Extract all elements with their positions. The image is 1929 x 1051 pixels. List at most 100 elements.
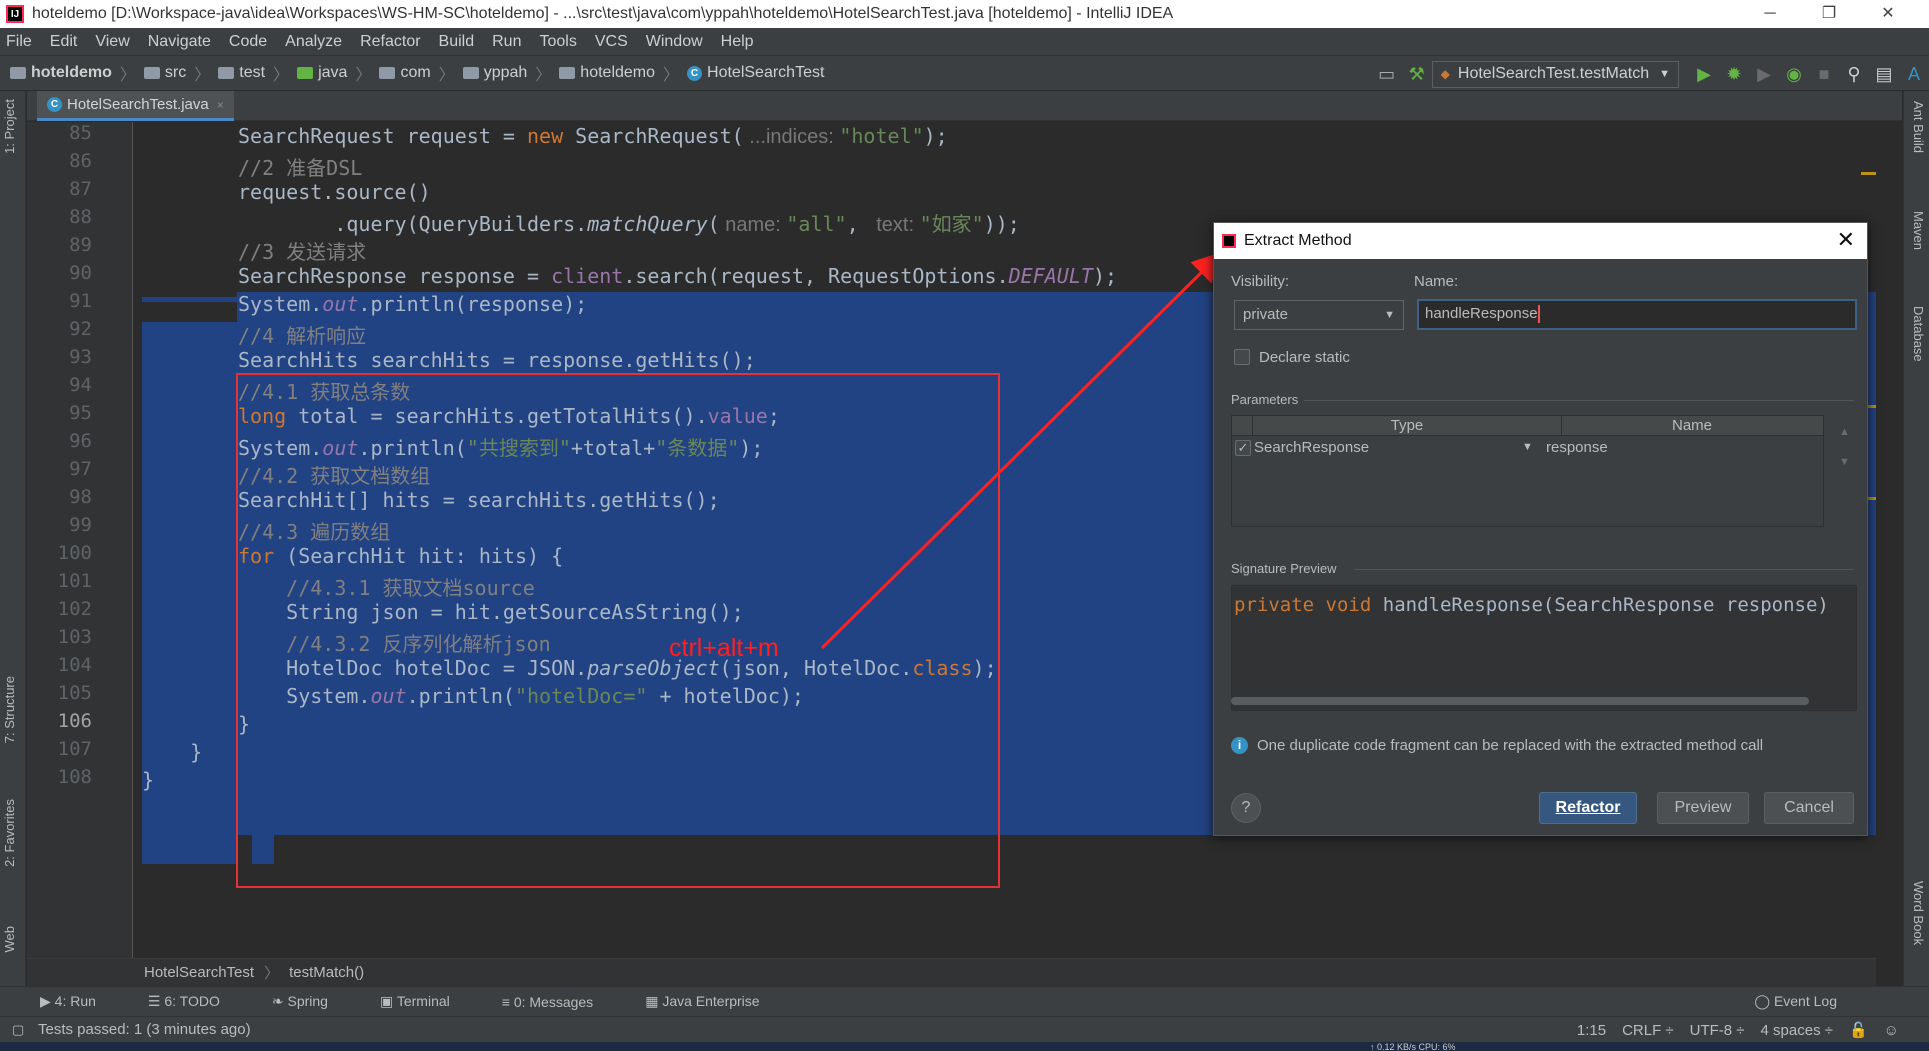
move-up-icon[interactable]: ▲ xyxy=(1839,426,1850,438)
menu-file[interactable]: File xyxy=(6,33,32,51)
breadcrumb-class[interactable]: HotelSearchTest xyxy=(707,64,824,82)
parameters-table[interactable]: Type Name ✓ SearchResponse ▼ response xyxy=(1231,415,1824,527)
breadcrumb-yppah[interactable]: yppah xyxy=(484,64,528,82)
run-coverage-icon[interactable]: ▶ xyxy=(1749,64,1779,85)
chevron-down-icon[interactable]: ▼ xyxy=(1522,441,1533,453)
help-button[interactable]: ? xyxy=(1231,793,1261,823)
visibility-value: private xyxy=(1243,306,1289,323)
param-checkbox[interactable]: ✓ xyxy=(1235,440,1251,456)
menu-run[interactable]: Run xyxy=(492,33,521,51)
info-text: One duplicate code fragment can be repla… xyxy=(1257,737,1764,754)
folder-icon xyxy=(218,67,235,79)
visibility-select[interactable]: private ▼ xyxy=(1234,300,1404,330)
messages-tool-tab[interactable]: ≡ 0: Messages xyxy=(502,994,619,1010)
line-separator[interactable]: CRLF ÷ xyxy=(1622,1022,1674,1039)
caret-position[interactable]: 1:15 xyxy=(1577,1022,1606,1039)
menu-tools[interactable]: Tools xyxy=(539,33,576,51)
method-name-field[interactable]: handleResponse xyxy=(1417,299,1857,330)
spring-tool-tab[interactable]: ❧ Spring xyxy=(272,993,354,1010)
breadcrumb-class[interactable]: HotelSearchTest xyxy=(144,964,254,981)
favorites-tool-tab[interactable]: 2: Favorites xyxy=(2,799,17,867)
indent-setting[interactable]: 4 spaces ÷ xyxy=(1761,1022,1833,1039)
text-caret xyxy=(1537,305,1540,324)
code-comment: //2 准备DSL xyxy=(238,156,363,180)
maven-tool-tab[interactable]: Maven xyxy=(1911,211,1926,250)
database-tool-tab[interactable]: Database xyxy=(1911,306,1926,362)
stop-icon[interactable]: ■ xyxy=(1809,64,1839,85)
refactor-button[interactable]: Refactor xyxy=(1539,792,1637,824)
error-stripe-marker[interactable] xyxy=(1861,172,1876,175)
test-source-folder-icon xyxy=(297,67,314,79)
restore-button[interactable]: ❐ xyxy=(1806,2,1852,26)
ant-build-tool-tab[interactable]: Ant Build xyxy=(1911,101,1926,153)
menu-navigate[interactable]: Navigate xyxy=(148,33,211,51)
tab-hotel-search-test[interactable]: C HotelSearchTest.java × xyxy=(37,91,234,121)
word-book-tool-tab[interactable]: Word Book xyxy=(1911,881,1926,945)
terminal-tool-tab[interactable]: ▣ Terminal xyxy=(380,993,476,1010)
close-window-button[interactable]: ✕ xyxy=(1865,2,1911,26)
declare-static-label[interactable]: Declare static xyxy=(1259,349,1350,366)
java-enterprise-tool-tab[interactable]: ▦ Java Enterprise xyxy=(645,993,785,1010)
menu-view[interactable]: View xyxy=(95,33,129,51)
column-type[interactable]: Type xyxy=(1252,416,1562,436)
breadcrumb-src[interactable]: src xyxy=(165,64,186,82)
line-number: 105 xyxy=(57,682,92,704)
menu-code[interactable]: Code xyxy=(229,33,267,51)
line-number: 85 xyxy=(69,122,92,144)
breadcrumb-test[interactable]: test xyxy=(239,64,265,82)
editor-breadcrumb: HotelSearchTest 〉 testMatch() xyxy=(27,958,1876,986)
menu-vcs[interactable]: VCS xyxy=(595,33,628,51)
line-number: 97 xyxy=(69,458,92,480)
run-configuration-select[interactable]: ◆ HotelSearchTest.testMatch ▼ xyxy=(1431,60,1679,88)
event-log-tab[interactable]: ◯ Event Log xyxy=(1754,993,1863,1010)
project-structure-icon[interactable]: ▭ xyxy=(1372,64,1402,85)
todo-tool-tab[interactable]: ☰ 6: TODO xyxy=(148,993,246,1010)
menu-window[interactable]: Window xyxy=(646,33,703,51)
module-folder-icon xyxy=(10,67,26,79)
project-tool-tab[interactable]: 1: Project xyxy=(2,99,17,154)
status-square-icon[interactable]: ▢ xyxy=(12,1022,24,1038)
minimize-button[interactable]: ─ xyxy=(1747,2,1793,26)
line-number: 92 xyxy=(69,318,92,340)
breadcrumb-com[interactable]: com xyxy=(400,64,430,82)
code-line: request.source() xyxy=(238,180,431,204)
package-icon xyxy=(379,67,396,79)
menu-build[interactable]: Build xyxy=(439,33,475,51)
cancel-button[interactable]: Cancel xyxy=(1764,792,1854,824)
preview-button[interactable]: Preview xyxy=(1657,792,1749,824)
debug-icon[interactable]: ✹ xyxy=(1719,64,1749,85)
declare-static-checkbox[interactable] xyxy=(1234,349,1250,365)
inspector-icon[interactable]: ☺ xyxy=(1884,1022,1899,1039)
run-tool-tab[interactable]: ▶ 4: Run xyxy=(40,993,122,1010)
build-hammer-icon[interactable]: ⚒ xyxy=(1402,64,1432,85)
network-monitor: ↑ 0.12 KB/s CPU: 6% xyxy=(0,1042,1929,1051)
menu-analyze[interactable]: Analyze xyxy=(285,33,342,51)
chevron-down-icon: ▼ xyxy=(1659,68,1670,80)
project-tree-icon[interactable]: ▤ xyxy=(1869,64,1899,85)
translate-icon[interactable]: A xyxy=(1899,64,1929,85)
code-comment: //4 解析响应 xyxy=(238,324,367,348)
menu-edit[interactable]: Edit xyxy=(50,33,78,51)
file-encoding[interactable]: UTF-8 ÷ xyxy=(1690,1022,1745,1039)
run-icon[interactable]: ▶ xyxy=(1689,64,1719,85)
move-down-icon[interactable]: ▼ xyxy=(1839,456,1850,468)
menu-refactor[interactable]: Refactor xyxy=(360,33,420,51)
code-line: SearchRequest request = new SearchReques… xyxy=(238,124,948,148)
profile-icon[interactable]: ◉ xyxy=(1779,64,1809,85)
close-tab-icon[interactable]: × xyxy=(217,98,224,112)
horizontal-scrollbar[interactable] xyxy=(1231,697,1809,705)
column-name[interactable]: Name xyxy=(1562,416,1822,436)
web-tool-tab[interactable]: Web xyxy=(2,926,17,953)
lock-icon[interactable]: 🔓 xyxy=(1849,1021,1868,1039)
breadcrumb-java[interactable]: java xyxy=(318,64,347,82)
dialog-close-button[interactable]: ✕ xyxy=(1837,227,1855,253)
breadcrumb-hoteldemo[interactable]: hoteldemo xyxy=(580,64,655,82)
breadcrumb-project[interactable]: hoteldemo xyxy=(31,64,112,82)
structure-tool-tab[interactable]: 7: Structure xyxy=(2,676,17,743)
param-name[interactable]: response xyxy=(1546,439,1608,456)
menu-help[interactable]: Help xyxy=(721,33,754,51)
breadcrumb-method[interactable]: testMatch() xyxy=(289,964,364,981)
status-message[interactable]: Tests passed: 1 (3 minutes ago) xyxy=(38,1021,251,1038)
junit-icon: ◆ xyxy=(1440,67,1450,81)
search-icon[interactable]: ⚲ xyxy=(1839,64,1869,85)
